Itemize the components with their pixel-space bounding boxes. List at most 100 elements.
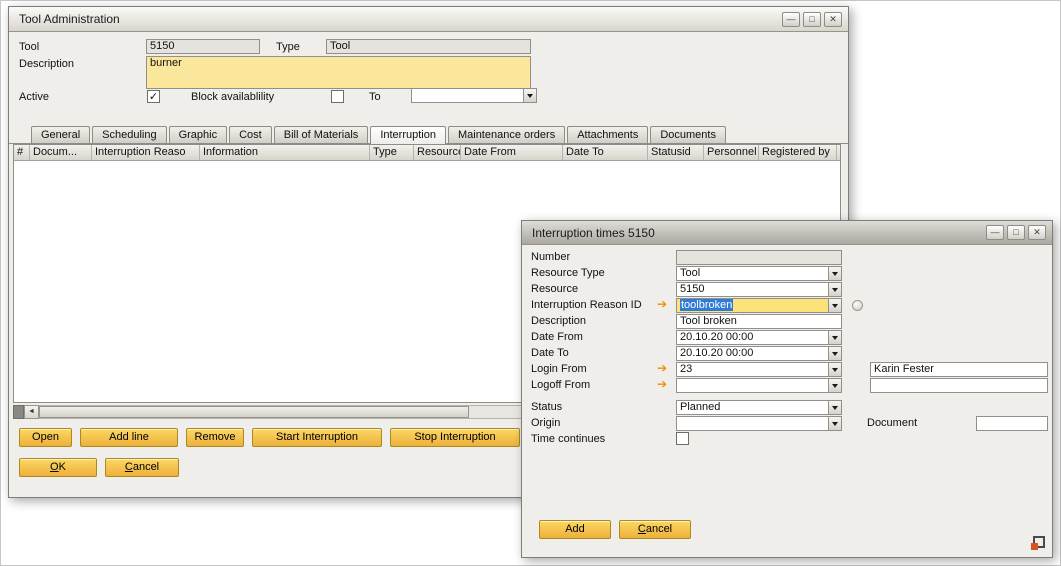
active-checkbox[interactable]: ✓ xyxy=(147,90,160,103)
type-input[interactable]: Tool xyxy=(326,39,531,54)
active-label: Active xyxy=(19,91,49,103)
scrollbar-corner[interactable] xyxy=(13,405,24,419)
to-dropdown[interactable] xyxy=(411,88,537,103)
main-titlebar[interactable]: Tool Administration — □ ✕ xyxy=(9,7,848,32)
number-input[interactable] xyxy=(676,250,842,265)
open-button[interactable]: Open xyxy=(19,428,72,447)
date-from-value: 20.10.20 00:00 xyxy=(677,331,828,344)
tab-attachments[interactable]: Attachments xyxy=(567,126,648,143)
chevron-down-icon[interactable] xyxy=(828,267,841,280)
block-availability-label: Block availablility xyxy=(191,91,274,103)
block-availability-checkbox[interactable] xyxy=(331,90,344,103)
table-column-header[interactable]: Personnel I xyxy=(704,145,759,160)
link-arrow-icon[interactable]: ➔ xyxy=(657,377,667,392)
dialog-titlebar[interactable]: Interruption times 5150 — □ ✕ xyxy=(522,221,1052,245)
table-column-header[interactable]: Interruption Reaso xyxy=(92,145,200,160)
tab-maintenance-orders[interactable]: Maintenance orders xyxy=(448,126,565,143)
start-interruption-button[interactable]: Start Interruption xyxy=(252,428,382,447)
table-column-header[interactable]: Registered by xyxy=(759,145,837,160)
chevron-down-icon[interactable] xyxy=(828,417,841,430)
cancel-button[interactable]: Cancel xyxy=(105,458,179,477)
dialog-description-input[interactable]: Tool broken xyxy=(676,314,842,329)
status-label: Status xyxy=(531,401,562,413)
row-resource-type: Resource Type Tool xyxy=(522,266,1052,281)
table-column-header[interactable]: Type xyxy=(370,145,414,160)
tab-documents[interactable]: Documents xyxy=(650,126,726,143)
add-button[interactable]: Add xyxy=(539,520,611,539)
link-arrow-icon[interactable]: ➔ xyxy=(657,297,667,312)
description-value: burner xyxy=(150,57,182,70)
dialog-description-label: Description xyxy=(531,315,586,327)
description-label: Description xyxy=(19,58,74,70)
tool-input[interactable]: 5150 xyxy=(146,39,260,54)
description-input[interactable]: burner xyxy=(146,56,531,89)
maximize-icon[interactable]: □ xyxy=(1007,225,1025,240)
table-header-row: # Docum... Interruption Reaso Informatio… xyxy=(14,145,840,161)
link-arrow-icon[interactable]: ➔ xyxy=(657,361,667,376)
row-origin: Origin Document xyxy=(522,416,1052,431)
chevron-down-icon[interactable] xyxy=(828,331,841,344)
scrollbar-thumb[interactable] xyxy=(39,406,469,418)
row-resource: Resource 5150 xyxy=(522,282,1052,297)
confirm-button-row: OK Cancel xyxy=(19,458,179,477)
close-icon[interactable]: ✕ xyxy=(824,12,842,27)
ok-button[interactable]: OK xyxy=(19,458,97,477)
scroll-left-icon[interactable]: ◄ xyxy=(24,405,39,419)
date-from-dropdown[interactable]: 20.10.20 00:00 xyxy=(676,330,842,345)
type-value: Tool xyxy=(330,40,350,53)
chevron-down-icon[interactable] xyxy=(828,379,841,392)
tab-cost[interactable]: Cost xyxy=(229,126,272,143)
chevron-down-icon[interactable] xyxy=(828,401,841,414)
action-button-row: Open Add line Remove Start Interruption … xyxy=(19,428,520,447)
chevron-down-icon[interactable] xyxy=(828,347,841,360)
chevron-down-icon[interactable] xyxy=(828,363,841,376)
dialog-title: Interruption times 5150 xyxy=(532,226,655,240)
document-input[interactable] xyxy=(976,416,1048,431)
login-from-dropdown[interactable]: 23 xyxy=(676,362,842,377)
add-line-button[interactable]: Add line xyxy=(80,428,178,447)
resize-grip-icon[interactable] xyxy=(1031,536,1045,550)
row-number: Number xyxy=(522,250,1052,265)
minimize-icon[interactable]: — xyxy=(782,12,800,27)
table-column-header[interactable]: # xyxy=(14,145,30,160)
tab-bill-of-materials[interactable]: Bill of Materials xyxy=(274,126,369,143)
resource-dropdown[interactable]: 5150 xyxy=(676,282,842,297)
maximize-icon[interactable]: □ xyxy=(803,12,821,27)
main-window-controls: — □ ✕ xyxy=(782,12,842,27)
dialog-cancel-button[interactable]: Cancel xyxy=(619,520,691,539)
table-column-header[interactable]: Date From xyxy=(461,145,563,160)
time-continues-checkbox[interactable] xyxy=(676,432,689,445)
interruption-reason-dropdown[interactable]: toolbroken xyxy=(676,298,842,313)
table-column-header[interactable]: Date To xyxy=(563,145,648,160)
resource-type-value: Tool xyxy=(677,267,828,280)
tab-scheduling[interactable]: Scheduling xyxy=(92,126,166,143)
login-from-name-field[interactable]: Karin Fester xyxy=(870,362,1048,377)
table-column-header[interactable]: Information xyxy=(200,145,370,160)
chevron-down-icon[interactable] xyxy=(828,283,841,296)
main-window-title: Tool Administration xyxy=(19,12,120,26)
tab-graphic[interactable]: Graphic xyxy=(169,126,228,143)
date-to-dropdown[interactable]: 20.10.20 00:00 xyxy=(676,346,842,361)
logoff-from-label: Logoff From xyxy=(531,379,590,391)
tabstrip: General Scheduling Graphic Cost Bill of … xyxy=(9,126,848,144)
tab-general[interactable]: General xyxy=(31,126,90,143)
stop-interruption-button[interactable]: Stop Interruption xyxy=(390,428,520,447)
status-dropdown[interactable]: Planned xyxy=(676,400,842,415)
login-from-person: Karin Fester xyxy=(874,363,934,376)
logoff-from-dropdown[interactable] xyxy=(676,378,842,393)
resource-type-dropdown[interactable]: Tool xyxy=(676,266,842,281)
chevron-down-icon[interactable] xyxy=(828,299,841,312)
tool-label: Tool xyxy=(19,41,39,53)
tab-interruption[interactable]: Interruption xyxy=(370,126,446,144)
table-column-header[interactable]: Statusid xyxy=(648,145,704,160)
chevron-down-icon[interactable] xyxy=(523,89,536,102)
remove-button[interactable]: Remove xyxy=(186,428,244,447)
minimize-icon[interactable]: — xyxy=(986,225,1004,240)
table-column-header[interactable]: Resource xyxy=(414,145,461,160)
resource-type-label: Resource Type xyxy=(531,267,605,279)
close-icon[interactable]: ✕ xyxy=(1028,225,1046,240)
origin-dropdown[interactable] xyxy=(676,416,842,431)
dialog-button-row: Add Cancel xyxy=(539,520,691,539)
table-column-header[interactable]: Docum... xyxy=(30,145,92,160)
logoff-from-name-field[interactable] xyxy=(870,378,1048,393)
